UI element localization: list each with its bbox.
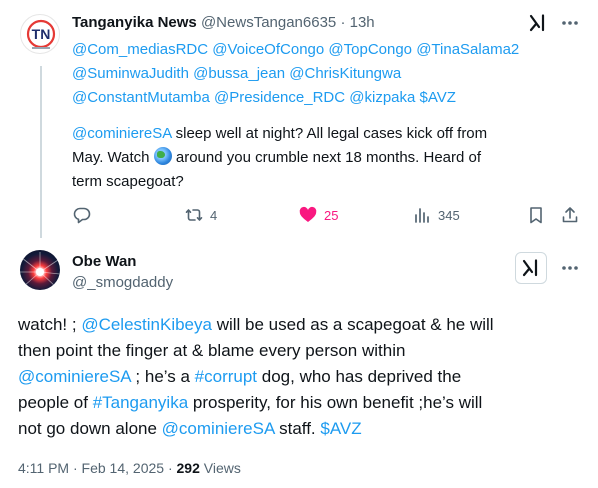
like-button[interactable]: 25 [298, 202, 338, 228]
mention-link[interactable]: @ConstantMutamba [72, 89, 210, 106]
bookmark-icon [530, 207, 542, 224]
views-icon [415, 208, 429, 223]
mention-link[interactable]: @TinaSalama2 [416, 41, 519, 58]
mention-link[interactable]: @ChrisKitungwa [289, 65, 401, 82]
main-more-button[interactable] [555, 253, 585, 283]
paragraph-break [72, 110, 582, 122]
mention-link[interactable]: @kizpaka [349, 89, 415, 106]
mention-link[interactable]: @VoiceOfCongo [212, 41, 324, 58]
parent-handle[interactable]: @NewsTangan6635 [201, 14, 336, 31]
more-icon [562, 21, 578, 25]
mention-link[interactable]: @CelestinKibeya [81, 315, 212, 334]
text-segment: then point the finger at & blame every p… [18, 341, 406, 360]
reply-icon [73, 207, 91, 224]
text-segment: around you crumble next 18 months. Heard… [171, 149, 482, 166]
text-segment: not go down alone [18, 419, 162, 438]
text-line: people of #Tanganyika prosperity, for hi… [18, 390, 584, 416]
parent-display-name[interactable]: Tanganyika News [72, 14, 197, 31]
globe-emoji-icon [153, 147, 172, 165]
views-button[interactable]: 345 [412, 202, 460, 228]
text-line: term scapegoat? [72, 170, 582, 194]
text-line: May. Watch around you crumble next 18 mo… [72, 146, 582, 170]
tweet-metadata: 4:11 PM · Feb 14, 2025 · 292 Views [18, 458, 241, 478]
parent-tweet-header: Tanganyika News @NewsTangan6635 · 13h [72, 12, 542, 34]
tweet-timestamp[interactable]: 4:11 PM · Feb 14, 2025 · [18, 460, 177, 476]
parent-more-button[interactable] [555, 8, 585, 38]
text-segment: prosperity, for his own benefit ;he’s wi… [188, 393, 483, 412]
text-line: @cominiereSA ; he’s a #corrupt dog, who … [18, 364, 584, 390]
thread-connector-line [40, 66, 42, 238]
share-icon [562, 207, 578, 223]
main-handle[interactable]: @_smogdaddy [72, 273, 173, 293]
mention-link[interactable]: @Presidence_RDC [214, 89, 345, 106]
parent-action-bar: 4 25 345 [72, 202, 584, 228]
mention-link[interactable]: @SuminwaJudith [72, 65, 189, 82]
parent-tweet-text: @Com_mediasRDC @VoiceOfCongo @TopCongo @… [72, 38, 582, 194]
repost-icon [185, 209, 203, 221]
mention-link[interactable]: @bussa_jean [193, 65, 285, 82]
parent-separator: · [340, 14, 346, 31]
text-line: @Com_mediasRDC @VoiceOfCongo @TopCongo @… [72, 38, 582, 62]
obe-wan-avatar[interactable] [20, 250, 60, 290]
main-display-name[interactable]: Obe Wan [72, 252, 136, 272]
text-segment: May. Watch [72, 149, 154, 166]
text-segment: dog, who has deprived the [257, 367, 462, 386]
repost-count: 4 [210, 207, 218, 223]
text-line: @SuminwaJudith @bussa_jean @ChrisKitungw… [72, 62, 582, 86]
text-segment: watch! ; [18, 315, 82, 334]
text-segment: ; he’s a [130, 367, 195, 386]
parent-grok-button[interactable] [523, 8, 553, 38]
grok-icon [522, 259, 538, 277]
like-icon [299, 206, 317, 222]
tn-logo-text: TN [32, 26, 51, 42]
hashtag-link[interactable]: #corrupt [195, 367, 257, 386]
hashtag-link[interactable]: $AVZ [420, 89, 456, 106]
text-segment: term scapegoat? [72, 173, 184, 190]
repost-button[interactable]: 4 [184, 202, 217, 228]
text-segment: sleep well at night? All legal cases kic… [171, 125, 488, 142]
mention-link[interactable]: @cominiereSA [72, 125, 171, 142]
reply-button[interactable] [72, 202, 98, 228]
mention-link[interactable]: @cominiereSA [18, 367, 131, 386]
mention-link[interactable]: @cominiereSA [162, 419, 275, 438]
text-segment: people of [18, 393, 93, 412]
text-line: not go down alone @cominiereSA staff. $A… [18, 416, 584, 442]
like-count: 25 [324, 207, 339, 223]
share-button[interactable] [560, 202, 580, 228]
bookmark-button[interactable] [526, 202, 546, 228]
text-segment: staff. [274, 419, 321, 438]
text-segment: will be used as a scapegoat & he will [211, 315, 494, 334]
tanganyika-news-avatar[interactable]: TN [20, 14, 60, 54]
text-line: watch! ; @CelestinKibeya will be used as… [18, 312, 584, 338]
text-line: @ConstantMutamba @Presidence_RDC @kizpak… [72, 86, 582, 110]
text-line: then point the finger at & blame every p… [18, 338, 584, 364]
grok-icon [529, 14, 545, 32]
more-icon [562, 266, 578, 270]
mention-link[interactable]: @Com_mediasRDC [72, 41, 208, 58]
text-line: @cominiereSA sleep well at night? All le… [72, 122, 582, 146]
hashtag-link[interactable]: #Tanganyika [93, 393, 188, 412]
main-tweet-text: watch! ; @CelestinKibeya will be used as… [18, 312, 584, 442]
hashtag-link[interactable]: $AVZ [320, 419, 361, 438]
tn-logo-icon: TN [26, 19, 56, 49]
tweet-view-count: 292 [176, 460, 200, 476]
tweet-views-label: Views [199, 460, 241, 476]
mention-link[interactable]: @TopCongo [328, 41, 412, 58]
main-grok-button[interactable] [515, 252, 547, 284]
parent-time[interactable]: 13h [350, 14, 375, 31]
lens-flare-image [20, 252, 60, 288]
views-count: 345 [438, 207, 460, 223]
